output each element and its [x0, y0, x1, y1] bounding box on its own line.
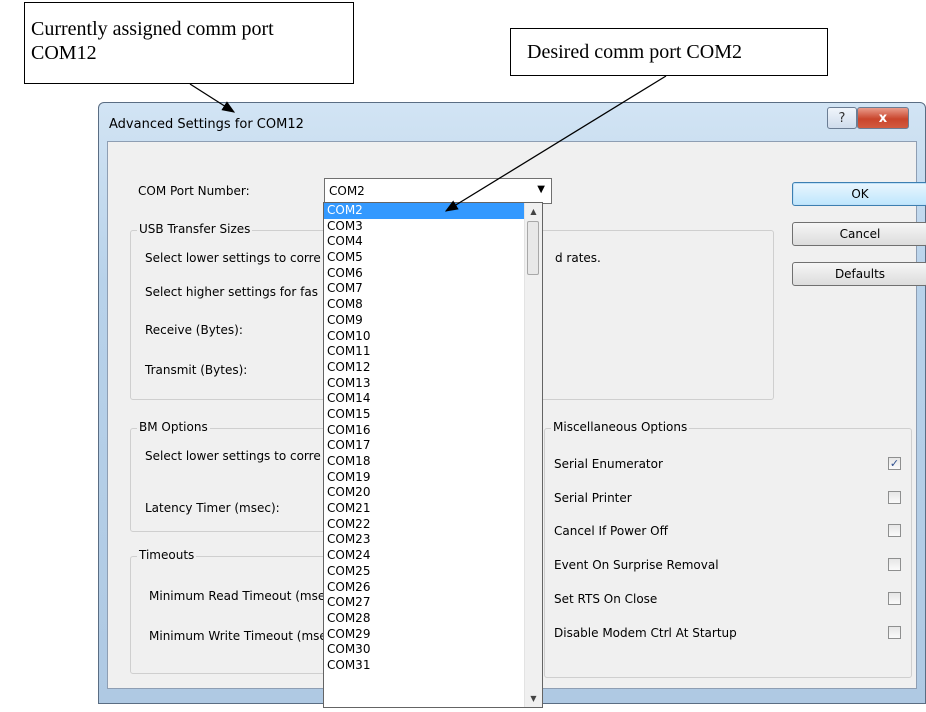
callout-arrows: [189, 75, 667, 212]
arrow-to-window-title: [189, 83, 236, 113]
arrow-to-com2-option: [444, 75, 667, 212]
